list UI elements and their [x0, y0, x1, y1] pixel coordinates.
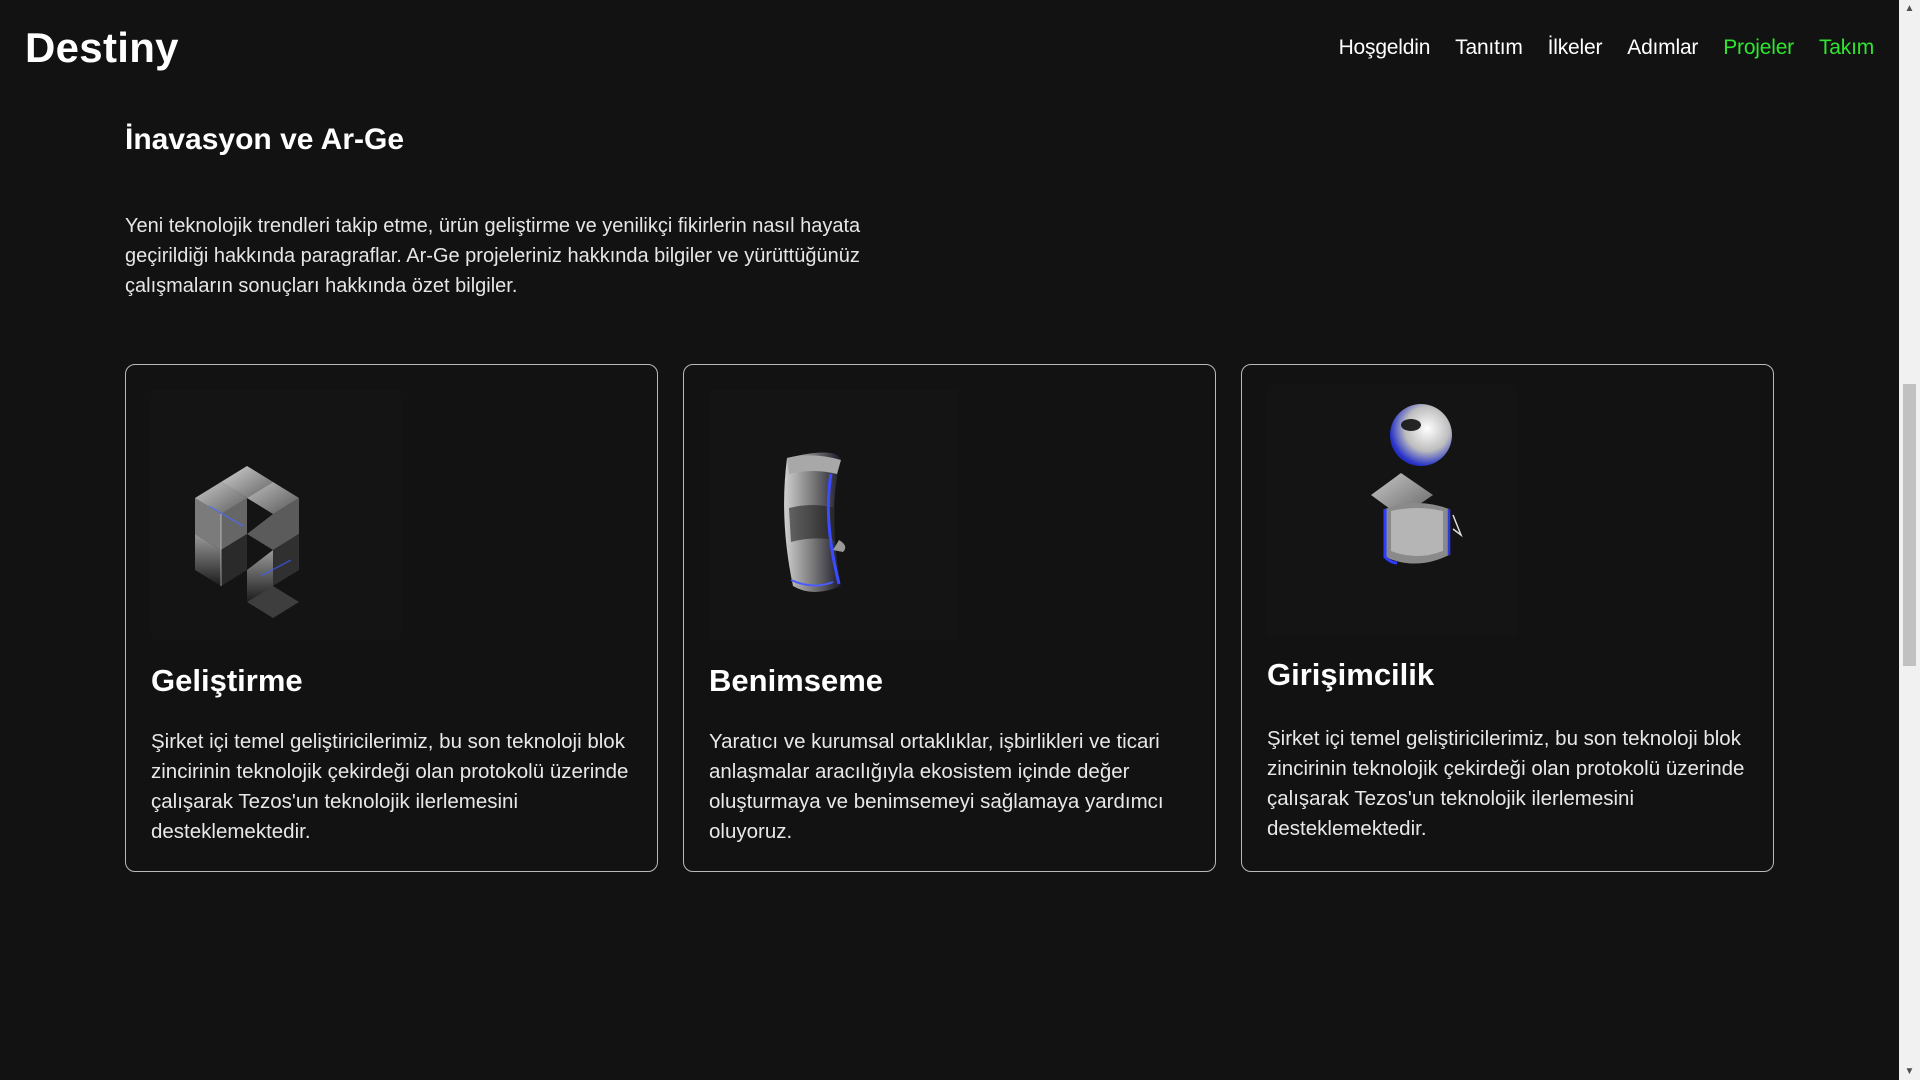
nav-link-adimlar[interactable]: Adımlar: [1627, 36, 1698, 60]
card-gelistirme: Geliştirme Şirket içi temel geliştiricil…: [125, 364, 658, 872]
scroll-thumb[interactable]: [1903, 384, 1916, 666]
card-text: Yaratıcı ve kurumsal ortaklıklar, işbirl…: [709, 730, 1164, 843]
section-description: Yeni teknolojik trendleri takip etme, ür…: [125, 215, 861, 297]
feature-cards: Geliştirme Şirket içi temel geliştiricil…: [125, 364, 1774, 872]
scroll-down-arrow-icon[interactable]: ▼: [1899, 1063, 1920, 1080]
glass-arc-icon: [709, 390, 959, 640]
nav-link-projeler[interactable]: Projeler: [1723, 36, 1794, 60]
card-girisimcilik: Girişimcilik Şirket içi temel geliştiric…: [1241, 364, 1774, 872]
site-logo[interactable]: Destiny: [25, 24, 179, 72]
nav-link-ilkeler[interactable]: İlkeler: [1548, 36, 1603, 60]
card-text: Şirket içi temel geliştiricilerimiz, bu …: [151, 730, 629, 843]
card-text: Şirket içi temel geliştiricilerimiz, bu …: [1267, 727, 1745, 840]
card-title: Girişimcilik: [1267, 657, 1435, 692]
card-title: Geliştirme: [151, 663, 303, 698]
section-title: İnavasyon ve Ar-Ge: [125, 123, 405, 156]
glass-cubes-icon: [151, 390, 401, 640]
nav-link-takim[interactable]: Takım: [1819, 36, 1874, 60]
page: Destiny Hoşgeldin Tanıtım İlkeler Adımla…: [0, 0, 1899, 1080]
main-nav: Hoşgeldin Tanıtım İlkeler Adımlar Projel…: [1339, 36, 1875, 60]
scroll-up-arrow-icon[interactable]: ▲: [1899, 0, 1920, 17]
glass-shapes-stack-icon: [1267, 385, 1517, 635]
card-benimseme: Benimseme Yaratıcı ve kurumsal ortaklıkl…: [683, 364, 1216, 872]
site-header: Destiny Hoşgeldin Tanıtım İlkeler Adımla…: [0, 0, 1899, 100]
card-title: Benimseme: [709, 663, 884, 698]
nav-link-tanitim[interactable]: Tanıtım: [1455, 36, 1523, 60]
vertical-scrollbar[interactable]: ▲ ▼: [1899, 0, 1920, 1080]
nav-link-hosgeldin[interactable]: Hoşgeldin: [1339, 36, 1431, 60]
